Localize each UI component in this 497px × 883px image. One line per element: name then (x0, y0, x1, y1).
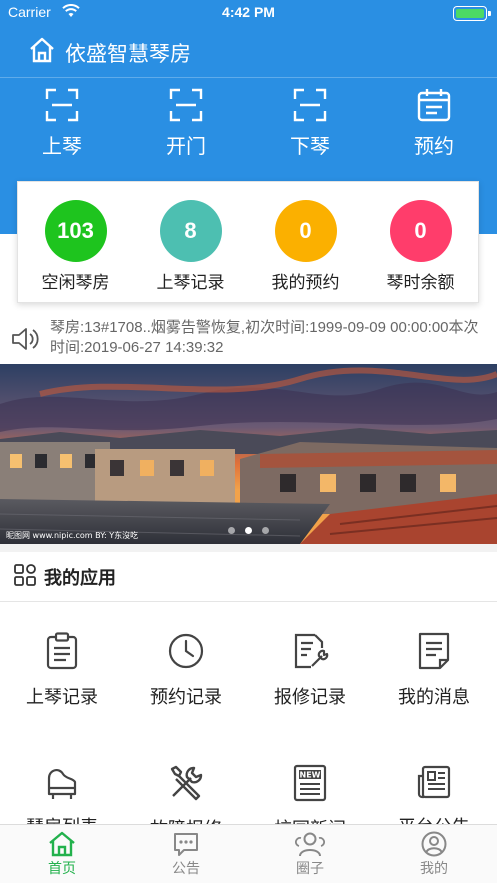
home-icon (49, 831, 75, 857)
notice-text: 琴房:13#1708..烟雾告警恢复,初次时间:1999-09-09 00:00… (50, 319, 479, 356)
profile-icon (421, 831, 447, 857)
stat-time-balance[interactable]: 0 琴时余额 (363, 200, 478, 293)
navigation-bar: 依盛智慧琴房 (0, 26, 497, 78)
tab-announcements[interactable]: 公告 (124, 831, 248, 878)
app-label: 报修记录 (274, 687, 346, 707)
svg-text:NEW: NEW (300, 771, 321, 780)
tab-bar: 首页 公告 圈子 我的 (0, 824, 497, 883)
app-label: 上琴记录 (26, 687, 98, 707)
app-reservation-records[interactable]: 预约记录 (124, 632, 248, 709)
app-play-records[interactable]: 上琴记录 (0, 632, 124, 709)
piano-icon (47, 768, 77, 799)
app-label: 预约记录 (150, 687, 222, 707)
stats-card: 103 空闲琴房 8 上琴记录 0 我的预约 0 琴时余额 (17, 181, 479, 303)
carousel-indicator (0, 521, 497, 539)
clock-icon (168, 633, 204, 669)
home-icon (30, 37, 54, 63)
stat-label: 空闲琴房 (41, 273, 110, 292)
banner-image (0, 364, 497, 544)
stat-badge: 103 (44, 200, 107, 262)
tools-icon (170, 765, 203, 801)
carousel-dot[interactable] (262, 527, 269, 534)
quick-action-yuyue[interactable]: 预约 (372, 88, 496, 159)
app-label: 我的消息 (398, 687, 470, 707)
tab-circle[interactable]: 圈子 (248, 831, 372, 878)
status-bar: Carrier 4:42 PM (0, 0, 497, 26)
stat-free-rooms[interactable]: 103 空闲琴房 (18, 200, 133, 293)
section-title: 我的应用 (44, 568, 116, 588)
quick-action-label: 上琴 (42, 136, 82, 158)
wrench-document-icon (294, 633, 329, 669)
stat-my-reservations[interactable]: 0 我的预约 (248, 200, 363, 293)
app-repair-records[interactable]: 报修记录 (248, 632, 372, 709)
stat-play-records[interactable]: 8 上琴记录 (133, 200, 248, 293)
stat-badge: 0 (389, 200, 452, 262)
tab-label: 公告 (172, 860, 200, 876)
stat-badge: 0 (274, 200, 337, 262)
apps-grid-icon (14, 564, 36, 586)
scan-icon (169, 88, 203, 122)
quick-action-xiaqin[interactable]: 下琴 (248, 88, 372, 159)
stat-badge: 8 (159, 200, 222, 262)
banner-carousel[interactable]: 昵图网 www.nipic.com BY: Y东沒吃 (0, 364, 497, 544)
stat-label: 上琴记录 (156, 273, 225, 292)
carousel-dot[interactable] (228, 527, 235, 534)
tab-label: 我的 (420, 860, 448, 876)
quick-action-shangqin[interactable]: 上琴 (0, 88, 124, 159)
tab-label: 圈子 (296, 860, 324, 876)
clipboard-icon (46, 632, 78, 670)
app-my-messages[interactable]: 我的消息 (372, 632, 496, 709)
section-divider (0, 544, 497, 552)
quick-action-label: 开门 (166, 136, 206, 158)
newspaper-icon: NEW (293, 764, 327, 802)
notice-marquee[interactable]: 琴房:13#1708..烟雾告警恢复,初次时间:1999-09-09 00:00… (0, 316, 497, 362)
carousel-dot-active[interactable] (245, 527, 252, 534)
clock-label: 4:42 PM (222, 4, 275, 20)
tab-label: 首页 (48, 860, 76, 876)
scan-icon (293, 88, 327, 122)
speaker-icon (12, 328, 39, 350)
scan-icon (45, 88, 79, 122)
message-document-icon (418, 632, 450, 670)
announcement-icon (417, 765, 451, 799)
calendar-icon (417, 89, 451, 122)
quick-action-kaimen[interactable]: 开门 (124, 88, 248, 159)
battery-icon (453, 6, 491, 21)
quick-action-label: 预约 (414, 136, 454, 158)
chat-icon (174, 833, 198, 856)
quick-action-label: 下琴 (290, 136, 330, 158)
group-icon (295, 832, 325, 857)
tab-home[interactable]: 首页 (0, 831, 124, 878)
tab-mine[interactable]: 我的 (372, 831, 496, 878)
app-title: 依盛智慧琴房 (65, 43, 191, 66)
my-apps-header: 我的应用 (0, 552, 497, 602)
stat-label: 我的预约 (271, 273, 340, 292)
stat-label: 琴时余额 (386, 273, 455, 292)
